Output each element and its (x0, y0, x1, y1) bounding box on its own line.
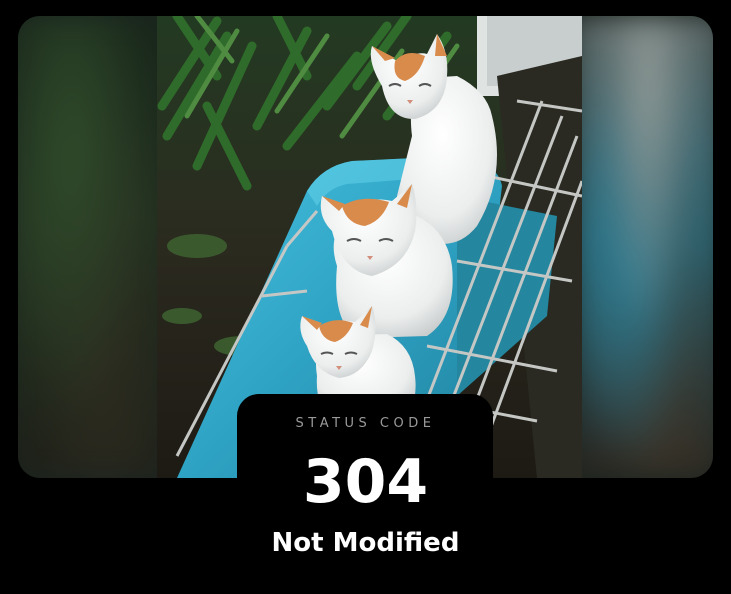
status-message: Not Modified (271, 528, 460, 558)
blurred-backdrop-right (573, 16, 713, 478)
blurred-backdrop-left (18, 16, 168, 478)
status-code-number: 304 (302, 447, 429, 517)
status-code-label: STATUS CODE (295, 416, 436, 431)
